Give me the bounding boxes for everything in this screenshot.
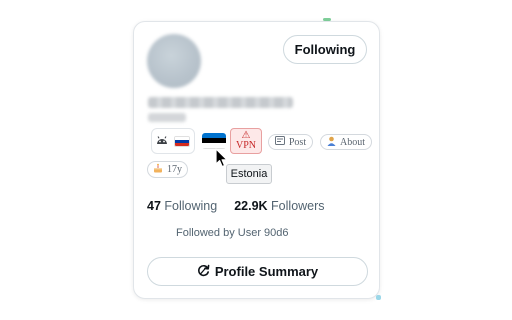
account-age-label: 17y [167, 164, 182, 175]
country-tooltip: Estonia [226, 164, 272, 184]
person-icon [327, 136, 336, 149]
following-label: Following [164, 199, 218, 213]
display-name-redacted [148, 97, 293, 108]
about-chip[interactable]: About [320, 134, 372, 150]
followers-label: Followers [271, 199, 325, 213]
cake-icon [153, 163, 163, 176]
resize-corner [376, 295, 381, 300]
profile-hover-card: Following ⚠ VPN Post About 17y Estonia 4… [133, 21, 381, 300]
refresh-icon [197, 264, 210, 280]
profile-summary-label: Profile Summary [214, 264, 319, 279]
username-redacted [148, 113, 186, 122]
about-label: About [340, 136, 365, 148]
android-icon [156, 133, 168, 149]
followers-count: 22.9K [234, 199, 268, 213]
post-icon [274, 136, 285, 148]
followers-stat[interactable]: 22.9K Followers [234, 199, 324, 213]
following-button[interactable]: Following [283, 35, 367, 64]
account-age-chip[interactable]: 17y [147, 161, 188, 178]
device-country-chip[interactable] [151, 128, 195, 154]
russia-flag-icon [174, 135, 190, 147]
vpn-warning-chip[interactable]: ⚠ VPN [230, 128, 262, 154]
post-label: Post [288, 136, 307, 148]
follow-stats: 47 Following 22.9K Followers [147, 199, 325, 213]
following-stat[interactable]: 47 Following [147, 199, 217, 213]
following-count: 47 [147, 199, 161, 213]
mouse-cursor-icon [215, 148, 228, 168]
vpn-label: VPN [235, 140, 256, 151]
post-chip[interactable]: Post [268, 134, 313, 150]
profile-summary-button[interactable]: Profile Summary [147, 257, 368, 286]
followed-by-text[interactable]: Followed by User 90d6 [176, 227, 289, 239]
estonia-flag-icon [202, 133, 226, 149]
avatar[interactable] [147, 34, 201, 88]
